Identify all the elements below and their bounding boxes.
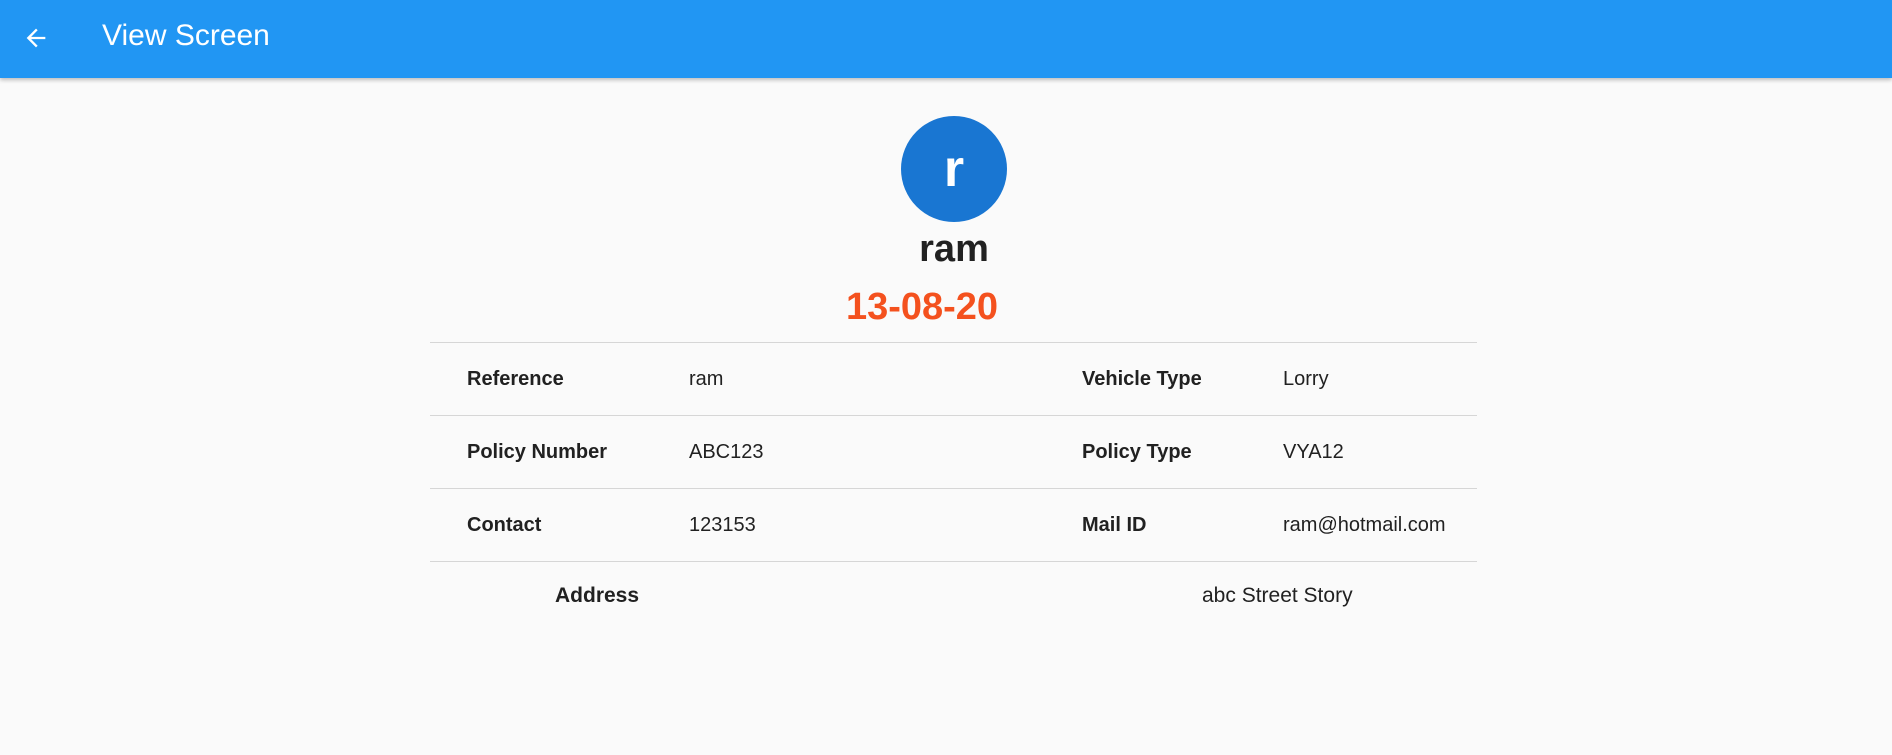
address-value: abc Street Story	[1202, 584, 1353, 607]
vehicle-type-value: Lorry	[1283, 368, 1329, 390]
arrow-left-icon	[26, 28, 46, 48]
avatar-letter: r	[943, 140, 965, 198]
contact-value: 123153	[689, 514, 756, 536]
avatar: r	[901, 116, 1007, 222]
policy-number-label: Policy Number	[467, 441, 608, 463]
page-title: View Screen	[102, 19, 270, 52]
contact-label: Contact	[467, 514, 542, 536]
details-table: Reference ram Vehicle Type Lorry Policy …	[430, 342, 1477, 562]
profile-name: ram	[919, 228, 989, 270]
policy-type-value: VYA12	[1283, 441, 1344, 463]
policy-number-value: ABC123	[689, 441, 764, 463]
mail-id-label: Mail ID	[1082, 514, 1147, 536]
address-row: Address abc Street Story	[430, 560, 1477, 632]
app-bar: View Screen	[0, 0, 1892, 78]
reference-value: ram	[689, 368, 724, 390]
vehicle-type-label: Vehicle Type	[1082, 368, 1202, 390]
profile-date: 13-08-20	[845, 286, 999, 328]
reference-label: Reference	[467, 368, 564, 390]
table-row: Contact 123153 Mail ID ram@hotmail.com	[430, 488, 1477, 562]
policy-type-label: Policy Type	[1082, 441, 1192, 463]
table-row: Policy Number ABC123 Policy Type VYA12	[430, 415, 1477, 488]
address-label: Address	[555, 584, 640, 607]
back-button[interactable]	[12, 14, 60, 62]
table-row: Reference ram Vehicle Type Lorry	[430, 342, 1477, 415]
view-content: r ram 13-08-20 Reference ram Vehicle Typ…	[0, 78, 1892, 755]
mail-id-value: ram@hotmail.com	[1283, 514, 1446, 536]
